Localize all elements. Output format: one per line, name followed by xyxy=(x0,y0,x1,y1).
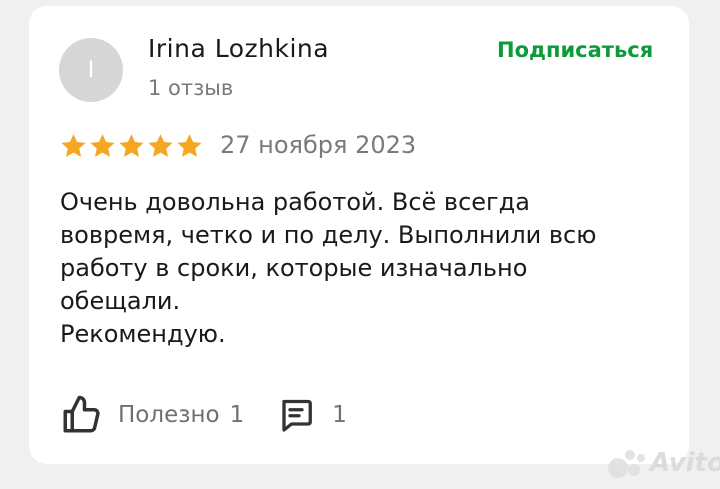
avito-watermark-text: Avito xyxy=(650,448,720,478)
avito-logo-icon xyxy=(608,450,645,478)
comment-icon[interactable] xyxy=(278,397,314,433)
star-icon xyxy=(61,134,86,157)
review-text: Очень довольна работой. Всё всегда вовре… xyxy=(60,188,597,348)
avito-watermark: Avito xyxy=(606,446,720,480)
review-actions: Полезно 1 1 xyxy=(60,394,347,436)
avatar[interactable]: I xyxy=(59,38,123,102)
star-icon xyxy=(148,134,173,157)
rating-stars xyxy=(60,132,203,160)
useful-count: 1 xyxy=(229,402,245,428)
thumbs-up-icon[interactable] xyxy=(60,394,102,436)
star-icon xyxy=(177,134,202,157)
useful-button[interactable]: Полезно xyxy=(118,402,220,428)
author-reviews-count: 1 отзыв xyxy=(148,76,234,100)
review-date: 27 ноября 2023 xyxy=(220,131,417,159)
author-name[interactable]: Irina Lozhkina xyxy=(148,34,329,63)
subscribe-button[interactable]: Подписаться xyxy=(497,38,653,62)
star-icon xyxy=(119,134,144,157)
star-icon xyxy=(90,134,115,157)
avatar-initial: I xyxy=(87,57,95,83)
comments-count: 1 xyxy=(332,402,347,428)
